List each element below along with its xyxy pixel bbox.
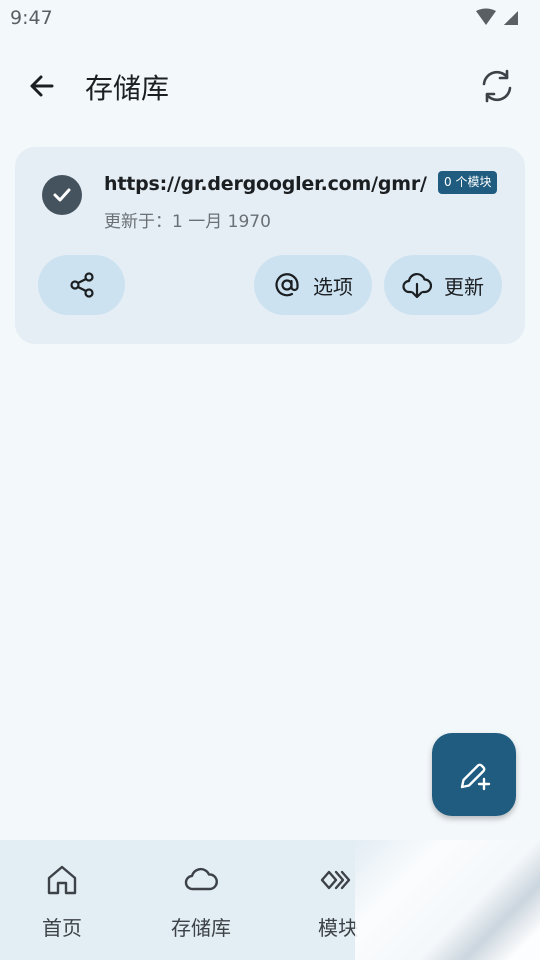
back-button[interactable] [22, 66, 62, 106]
cloud-download-icon [402, 273, 432, 299]
update-label: 更新 [444, 274, 484, 299]
nav-label-modules: 模块 [318, 916, 358, 940]
home-icon [47, 865, 77, 895]
sync-button[interactable] [476, 65, 518, 107]
nav-item-repositories[interactable]: 存储库 [131, 840, 271, 960]
share-button[interactable] [38, 255, 125, 315]
nav-label-repositories: 存储库 [171, 916, 231, 940]
repo-card[interactable]: https://gr.dergoogler.com/gmr/ 0 个模块 更新于… [15, 147, 525, 344]
nav-item-home[interactable]: 首页 [0, 840, 132, 960]
status-bar: 9:47 [0, 0, 540, 36]
add-repository-fab[interactable] [432, 733, 516, 816]
options-button[interactable]: 选项 [254, 255, 372, 315]
at-icon [275, 273, 299, 297]
share-icon [69, 272, 94, 298]
modules-icon [320, 870, 351, 890]
nav-label-home: 首页 [42, 916, 82, 940]
sync-icon [482, 69, 512, 103]
check-circle-icon [42, 175, 82, 215]
nav-item-modules[interactable]: 模块 [268, 840, 408, 960]
cellular-icon [504, 11, 518, 25]
status-time: 9:47 [10, 7, 53, 29]
options-label: 选项 [313, 274, 353, 299]
update-button[interactable]: 更新 [384, 255, 502, 315]
repo-url: https://gr.dergoogler.com/gmr/ [104, 173, 427, 195]
edit-plus-icon [460, 763, 491, 790]
updated-timestamp: 更新于：1 一月 1970 [104, 212, 271, 232]
cloud-icon [184, 867, 218, 891]
bottom-navigation: 首页 存储库 模块 [0, 840, 540, 960]
arrow-left-icon [30, 75, 54, 97]
app-bar: 存储库 [0, 48, 540, 124]
page-title: 存储库 [85, 72, 170, 105]
status-icons [474, 8, 520, 26]
wifi-icon [476, 8, 496, 25]
module-count-badge: 0 个模块 [438, 171, 498, 194]
